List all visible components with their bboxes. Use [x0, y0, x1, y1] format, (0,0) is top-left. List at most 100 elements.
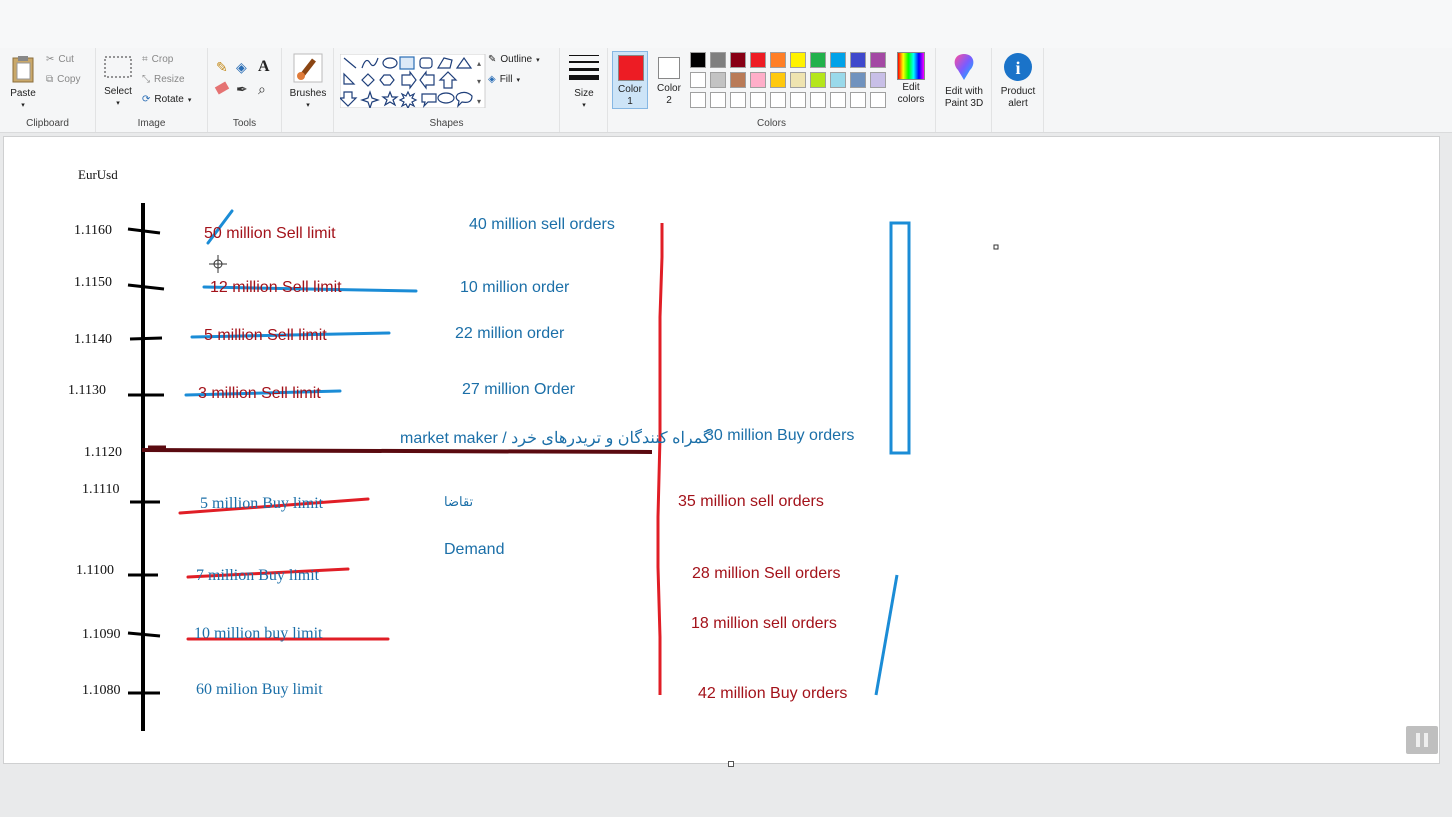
magnifier-icon[interactable]: ⌕	[258, 82, 266, 98]
palette-swatch[interactable]	[830, 92, 846, 108]
palette-swatch[interactable]	[710, 72, 726, 88]
palette-swatch[interactable]	[870, 52, 886, 68]
brushes-button[interactable]: Brushes ▾	[288, 52, 328, 112]
pause-button[interactable]	[1406, 726, 1438, 754]
fill-bucket-icon[interactable]: ◈	[236, 60, 247, 76]
product-alert-button[interactable]: i Product alert	[994, 52, 1042, 110]
rotate-icon: ⟳	[142, 94, 151, 105]
select-label: Select	[104, 86, 132, 97]
palette-swatch[interactable]	[790, 92, 806, 108]
rotate-button[interactable]: ⟳ Rotate ▾	[142, 94, 191, 105]
color-palette	[690, 52, 894, 112]
paste-icon	[12, 56, 34, 83]
price-label: 1.1130	[68, 383, 106, 398]
shapes-gallery[interactable]: ▴ ▾ ▾	[340, 54, 486, 108]
color1-button[interactable]: Color 1	[612, 51, 648, 109]
shapes-group: ▴ ▾ ▾ ✎ Outline ▾ ◈ Fill ▾ Shapes	[334, 48, 560, 132]
blue-rectangle	[889, 221, 911, 455]
fill-dropdown[interactable]: ◈ Fill ▾	[488, 74, 520, 85]
order-label: 3 million Sell limit	[198, 385, 321, 402]
palette-swatch[interactable]	[850, 52, 866, 68]
image-group-label: Image	[137, 118, 166, 129]
price-label: 1.1160	[74, 223, 112, 238]
palette-swatch[interactable]	[730, 52, 746, 68]
palette-swatch[interactable]	[730, 92, 746, 108]
price-label: 1.1110	[82, 482, 120, 497]
scissors-icon: ✂	[46, 54, 55, 65]
crop-label: Crop	[151, 54, 174, 65]
palette-swatch[interactable]	[790, 72, 806, 88]
color2-swatch	[658, 57, 680, 79]
edit-colors-label2: colors	[897, 94, 925, 105]
resize-button[interactable]: ⤡ Resize	[142, 74, 185, 85]
select-button[interactable]: Select ▾	[102, 54, 134, 110]
edit-colors-label: Edit	[902, 82, 920, 93]
outline-dropdown[interactable]: ✎ Outline ▾	[488, 54, 540, 65]
brushes-label: Brushes	[289, 88, 327, 99]
palette-swatch[interactable]	[850, 72, 866, 88]
size-label: Size	[574, 88, 594, 99]
price-label: 1.1080	[82, 683, 121, 698]
canvas-resize-handle[interactable]	[728, 761, 734, 767]
palette-swatch[interactable]	[750, 92, 766, 108]
pencil-icon[interactable]: ✎	[216, 60, 228, 76]
palette-swatch[interactable]	[770, 52, 786, 68]
palette-swatch[interactable]	[850, 92, 866, 108]
palette-swatch[interactable]	[810, 92, 826, 108]
paste-button[interactable]: Paste ▾	[6, 54, 40, 112]
palette-swatch[interactable]	[750, 52, 766, 68]
fill-icon: ◈	[488, 74, 496, 85]
drawing-canvas[interactable]: EurUsd 1.1160 1.1150 1.1140 1.1130 1.112…	[3, 136, 1440, 764]
palette-swatch[interactable]	[830, 52, 846, 68]
palette-swatch[interactable]	[750, 72, 766, 88]
palette-swatch[interactable]	[690, 52, 706, 68]
selection-handle	[993, 244, 999, 250]
outline-icon: ✎	[488, 54, 497, 65]
size-button[interactable]: Size ▾	[566, 52, 602, 112]
palette-swatch[interactable]	[810, 72, 826, 88]
cut-button[interactable]: ✂ Cut	[46, 54, 74, 65]
palette-swatch[interactable]	[710, 92, 726, 108]
palette-swatch[interactable]	[870, 72, 886, 88]
rotate-label: Rotate	[154, 94, 184, 105]
color2-button[interactable]: Color 2	[652, 51, 686, 109]
palette-swatch[interactable]	[870, 92, 886, 108]
paint3d-label: Edit with	[945, 86, 983, 97]
palette-swatch[interactable]	[770, 72, 786, 88]
eraser-icon[interactable]	[214, 81, 230, 95]
palette-swatch[interactable]	[830, 72, 846, 88]
palette-swatch[interactable]	[790, 52, 806, 68]
palette-swatch[interactable]	[810, 52, 826, 68]
colors-group: Color 1 Color 2 Edit colors Colors	[608, 48, 936, 132]
palette-swatch[interactable]	[770, 92, 786, 108]
palette-swatch[interactable]	[690, 92, 706, 108]
crop-button[interactable]: ⌗ Crop	[142, 54, 173, 65]
crosshair-cursor	[209, 255, 227, 273]
order-label: 10 million buy limit	[194, 625, 323, 642]
palette-swatch[interactable]	[690, 72, 706, 88]
edit-with-paint3d-button[interactable]: Edit with Paint 3D	[938, 52, 990, 110]
market-maker-line	[141, 448, 653, 454]
edit-colors-button[interactable]: Edit colors	[892, 52, 930, 106]
color-picker-icon[interactable]: ✒	[236, 82, 248, 98]
line-size-icon	[569, 55, 599, 80]
text-tool-icon[interactable]: A	[258, 58, 270, 76]
color2-label: Color	[657, 83, 681, 94]
color1-label: Color	[618, 84, 642, 95]
palette-swatch[interactable]	[730, 72, 746, 88]
clipboard-group-label: Clipboard	[26, 118, 69, 129]
price-label: 1.1120	[84, 445, 122, 460]
product-alert-label: Product	[1000, 86, 1036, 97]
product-alert-label2: alert	[1008, 98, 1028, 109]
color1-number: 1	[627, 96, 633, 107]
copy-icon: ⧉	[46, 74, 54, 85]
color1-text: Color 1	[613, 84, 647, 108]
palette-swatch[interactable]	[710, 52, 726, 68]
cut-label: Cut	[58, 54, 74, 65]
market-maker-label: market maker / گمراه کنندگان و تریدرهای …	[400, 430, 711, 447]
color2-text: Color 2	[652, 83, 686, 107]
copy-button[interactable]: ⧉ Copy	[46, 74, 81, 85]
color1-swatch	[618, 55, 644, 81]
right-label: 42 million Buy orders	[698, 685, 848, 702]
color2-number: 2	[666, 95, 672, 106]
